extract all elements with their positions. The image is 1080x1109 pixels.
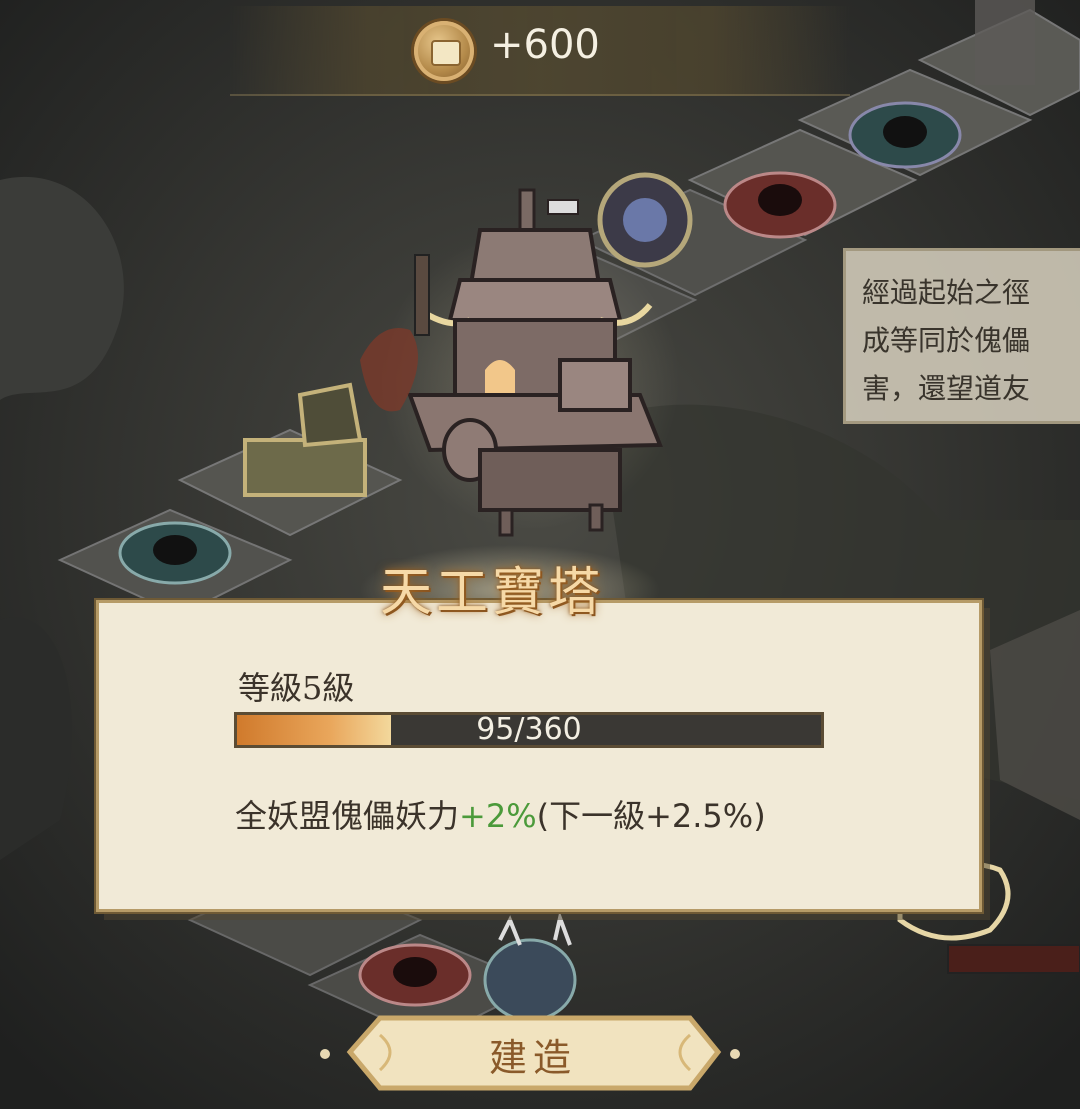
effect-description: 全妖盟傀儡妖力+2%(下一級+2.5%) [235,791,766,837]
hint-line: 害，還望道友 [862,372,1031,405]
hint-line: 成等同於傀儡 [862,324,1031,357]
effect-label: 全妖盟傀儡妖力 [235,797,460,835]
character-figure-icon [975,0,1035,85]
button-dot-left [320,1049,330,1059]
spirit-ring-artifact-icon [597,172,693,268]
level-progress-bar: 95/360 [234,712,824,748]
hint-line: 經過起始之徑 [862,276,1031,309]
currency-amount: +600 [490,22,600,68]
build-button[interactable]: 建造 [320,1013,740,1093]
effect-next-level: (下一級+2.5%) [536,797,766,835]
building-title: 天工寶塔 [380,563,605,623]
button-dot-right [730,1049,740,1059]
hint-panel: 經過起始之徑 成等同於傀儡 害，還望道友 [843,248,1080,424]
building-info-panel: 等級5級 95/360 全妖盟傀儡妖力+2%(下一級+2.5%) [96,600,982,912]
level-progress-text: 95/360 [476,712,582,747]
level-label: 等級5級 [238,669,355,707]
enemy-health-bar [947,944,1080,974]
build-button-label: 建造 [488,1036,577,1080]
coin-icon [414,21,474,81]
effect-current-value: +2% [459,797,537,835]
